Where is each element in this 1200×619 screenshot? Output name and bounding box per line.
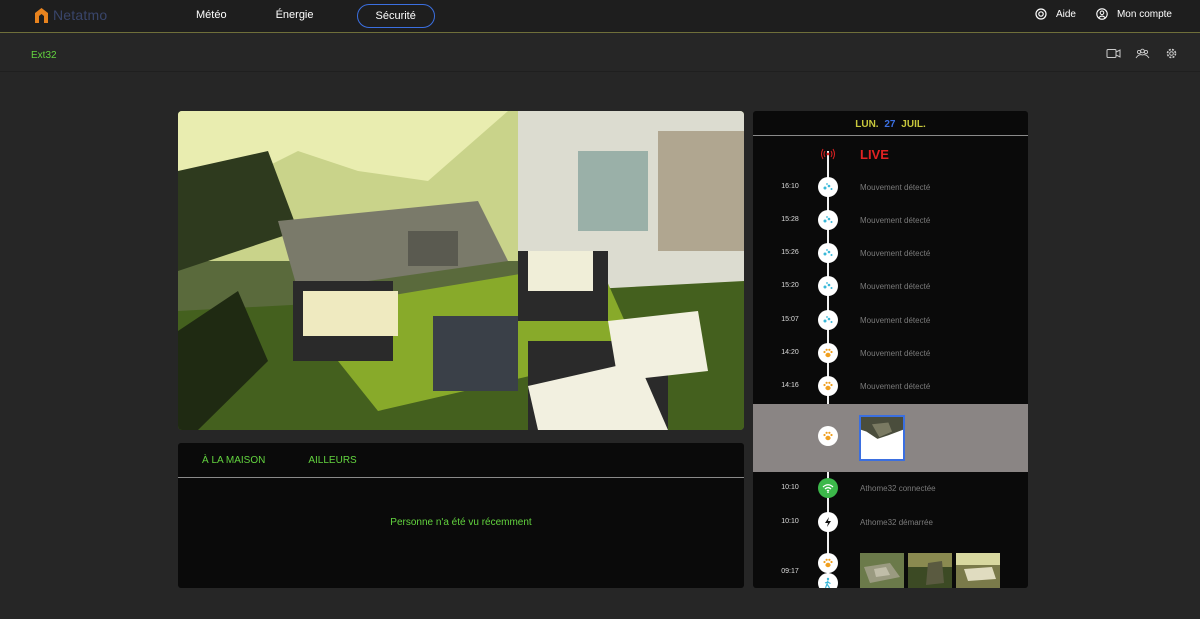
event-description: Mouvement détecté xyxy=(860,249,931,258)
paw-icon xyxy=(818,426,838,446)
brand-name: Netatmo xyxy=(53,7,108,23)
event-description: Mouvement détecté xyxy=(860,216,931,225)
event-time: 14:16 xyxy=(781,382,799,389)
live-broadcast-icon xyxy=(821,148,835,160)
gear-icon[interactable] xyxy=(1164,47,1179,60)
account-label: Mon compte xyxy=(1116,8,1172,20)
event-thumbnail[interactable] xyxy=(908,553,952,588)
event-time: 10:10 xyxy=(781,518,799,525)
timeline-event-selected[interactable] xyxy=(753,404,1028,472)
date-day: 27 xyxy=(884,119,896,130)
event-thumbnail[interactable] xyxy=(956,553,1000,588)
timeline-event[interactable]: 16:10 Mouvement détecté xyxy=(753,172,1028,205)
main-nav: Météo Énergie Sécurité xyxy=(170,3,435,29)
camera-icon[interactable] xyxy=(1106,47,1121,60)
paw-icon xyxy=(818,376,838,396)
motion-icon xyxy=(818,243,838,263)
timeline-date: LUN. 27 JUIL. xyxy=(753,111,1028,136)
paw-icon xyxy=(818,553,838,573)
event-time: 14:20 xyxy=(781,349,799,356)
nav-energie[interactable]: Énergie xyxy=(264,4,326,28)
event-thumbnail[interactable] xyxy=(860,553,904,588)
event-time: 15:07 xyxy=(781,316,799,323)
timeline-event[interactable]: 15:07 Mouvement détecté xyxy=(753,305,1028,338)
event-snapshot-thumbnail[interactable] xyxy=(859,415,905,461)
date-weekday: LUN. xyxy=(855,119,879,130)
event-description: Mouvement détecté xyxy=(860,183,931,192)
event-description: Mouvement détecté xyxy=(860,282,931,291)
thumbnail-image xyxy=(956,553,1000,588)
snapshot-image xyxy=(861,417,903,459)
thumbnail-image xyxy=(860,553,904,588)
event-time: 15:28 xyxy=(781,216,799,223)
lifebuoy-icon xyxy=(1035,8,1047,20)
nav-securite[interactable]: Sécurité xyxy=(356,4,435,28)
timeline-event[interactable]: 10:10 Athome32 démarrée xyxy=(753,507,1028,540)
people-icon[interactable] xyxy=(1135,47,1150,60)
event-description: Mouvement détecté xyxy=(860,316,931,325)
nav-meteo[interactable]: Météo xyxy=(184,4,239,28)
live-label[interactable]: LIVE xyxy=(860,147,889,162)
event-time: 10:10 xyxy=(781,484,799,491)
home-bar: Ext32 xyxy=(0,34,1200,72)
event-time: 15:26 xyxy=(781,249,799,256)
top-navigation-bar: Netatmo Météo Énergie Sécurité Aide Mon … xyxy=(0,0,1200,33)
presence-empty-message: Personne n'a été vu récemment xyxy=(390,517,532,528)
account-link[interactable]: Mon compte xyxy=(1096,8,1172,20)
user-icon xyxy=(1096,8,1108,20)
netatmo-logo[interactable]: Netatmo xyxy=(35,7,107,23)
timeline-event[interactable]: 15:26 Mouvement détecté xyxy=(753,238,1028,271)
netatmo-logo-icon xyxy=(35,7,48,23)
event-description: Athome32 démarrée xyxy=(860,518,933,527)
help-link[interactable]: Aide xyxy=(1035,8,1076,20)
wifi-icon xyxy=(818,478,838,498)
motion-icon xyxy=(818,276,838,296)
timeline-event[interactable]: 15:20 Mouvement détecté xyxy=(753,271,1028,304)
timeline-event[interactable]: 14:20 Mouvement détecté xyxy=(753,338,1028,371)
event-time: 09:17 xyxy=(781,568,799,575)
motion-icon xyxy=(818,210,838,230)
paw-icon xyxy=(818,343,838,363)
timeline-event[interactable]: 14:16 Mouvement détecté xyxy=(753,371,1028,404)
presence-tabs: À LA MAISON AILLEURS xyxy=(178,443,744,478)
event-time: 16:10 xyxy=(781,183,799,190)
camera-live-feed[interactable] xyxy=(178,111,744,430)
tab-away[interactable]: AILLEURS xyxy=(308,443,356,477)
account-links: Aide Mon compte xyxy=(1035,8,1172,20)
motion-icon xyxy=(818,177,838,197)
power-icon xyxy=(818,512,838,532)
date-month: JUIL. xyxy=(901,119,926,130)
event-thumbnails xyxy=(860,553,1000,588)
walking-person-icon xyxy=(818,573,838,588)
tab-at-home[interactable]: À LA MAISON xyxy=(202,443,265,477)
camera-image xyxy=(178,111,744,430)
home-actions xyxy=(1106,47,1179,60)
event-description: Mouvement détecté xyxy=(860,349,931,358)
event-timeline: LUN. 27 JUIL. LIVE 16:10 Mouvement détec… xyxy=(753,111,1028,588)
timeline-event[interactable]: 10:10 Athome32 connectée xyxy=(753,473,1028,506)
motion-icon xyxy=(818,310,838,330)
home-name[interactable]: Ext32 xyxy=(31,50,57,61)
event-description: Mouvement détecté xyxy=(860,382,931,391)
timeline-event[interactable]: 15:28 Mouvement détecté xyxy=(753,205,1028,238)
event-description: Athome32 connectée xyxy=(860,484,936,493)
presence-panel: À LA MAISON AILLEURS Personne n'a été vu… xyxy=(178,443,744,588)
event-time: 15:20 xyxy=(781,282,799,289)
thumbnail-image xyxy=(908,553,952,588)
help-label: Aide xyxy=(1055,8,1076,20)
